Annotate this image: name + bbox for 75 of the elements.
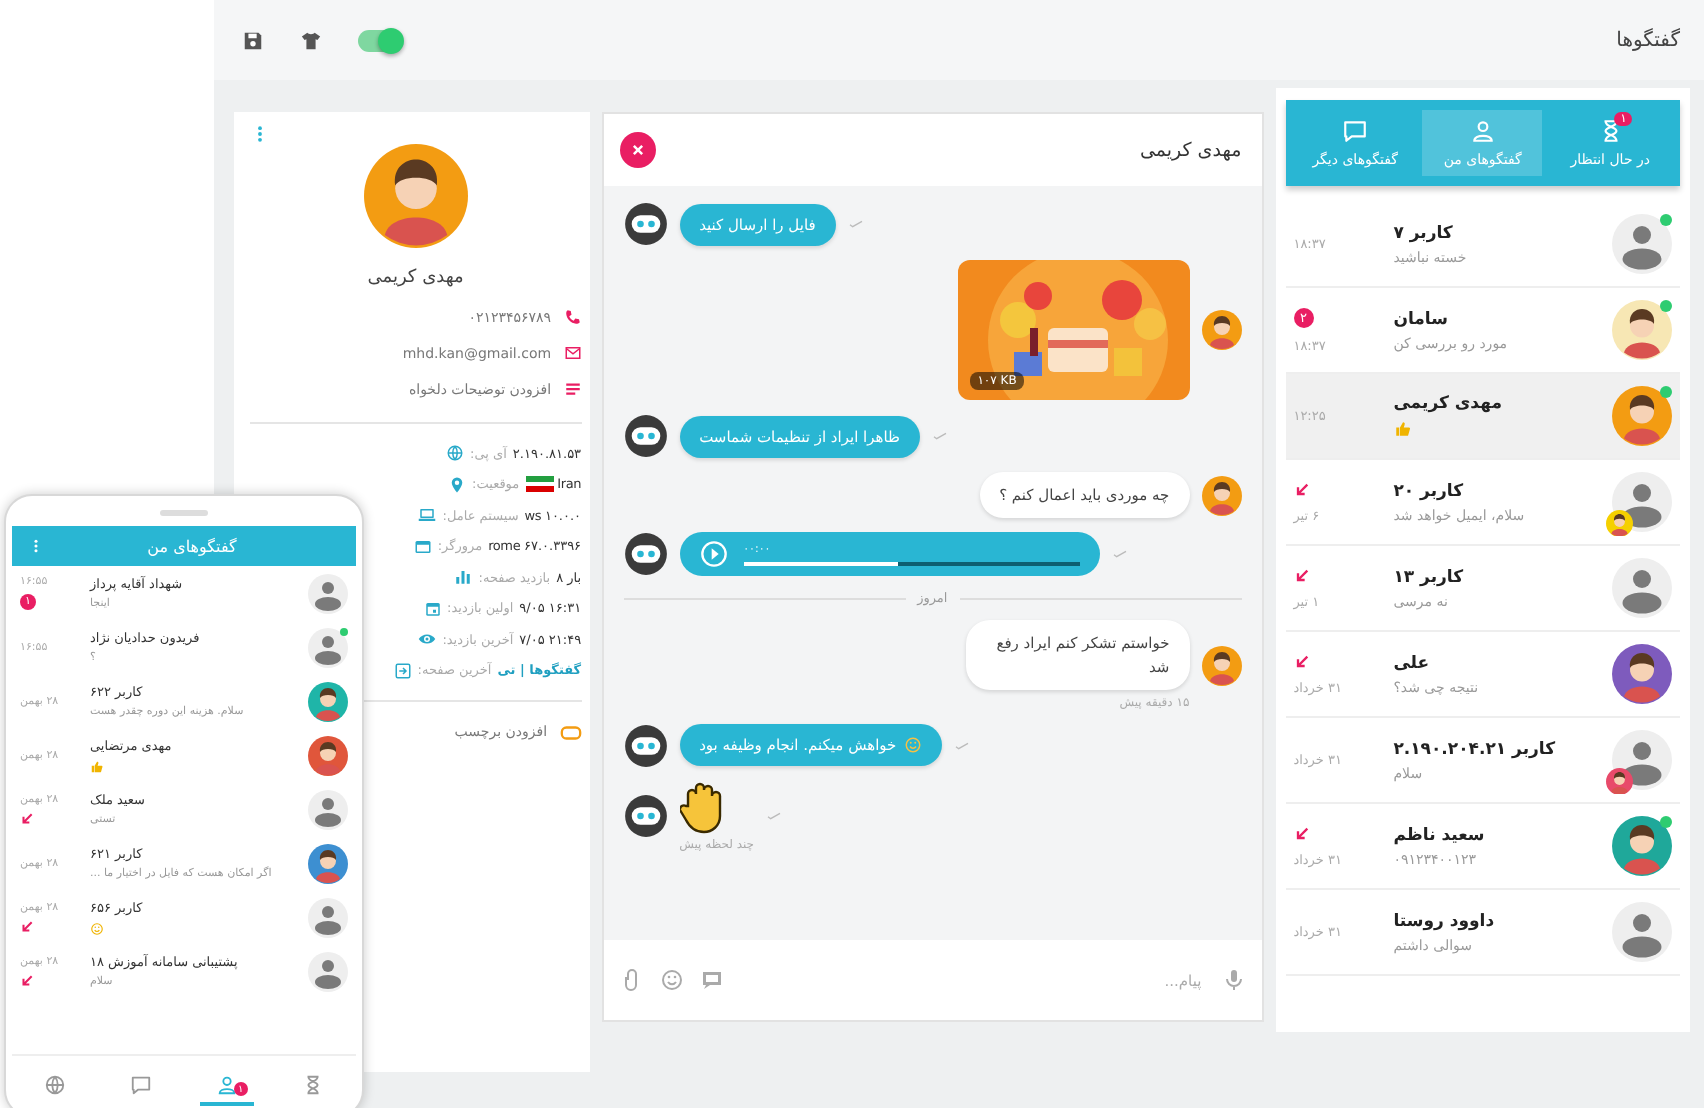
- smiley-icon[interactable]: [659, 968, 684, 992]
- app-title: گفتگوهای من: [147, 537, 237, 555]
- flag-icon: [525, 476, 554, 492]
- avatar: [1612, 902, 1672, 962]
- check-icon: [931, 428, 948, 444]
- lines-icon: [563, 380, 582, 398]
- hourglass-icon: [302, 1073, 324, 1095]
- thumbs-up-icon: [90, 759, 104, 773]
- mic-icon[interactable]: [1221, 968, 1246, 992]
- avatar: [1612, 214, 1672, 274]
- person-icon: [216, 1073, 238, 1095]
- robot-icon: [623, 202, 668, 246]
- contact-name: مهدی کریمی: [1393, 394, 1502, 414]
- toggle-switch[interactable]: [358, 29, 402, 51]
- raised-hand-icon: [679, 781, 724, 834]
- chart-icon: [454, 568, 473, 586]
- save-icon[interactable]: [242, 29, 264, 51]
- avatar: [308, 573, 348, 613]
- robot-icon: [623, 794, 668, 839]
- contact-name: کاربر ۱۳: [1393, 567, 1464, 587]
- robot-icon: [623, 414, 668, 458]
- login-icon: [393, 661, 412, 679]
- avatar: [363, 144, 468, 248]
- phone-speaker: [160, 510, 208, 516]
- contact-name: سامان: [1393, 309, 1448, 329]
- chat-bubble-icon: [130, 1073, 152, 1095]
- thumbs-up-icon: [1393, 420, 1412, 438]
- avatar: [308, 627, 348, 667]
- avatar: [308, 789, 348, 829]
- contact-name: کاربر ۲۰: [1393, 481, 1464, 501]
- avatar: [308, 951, 348, 991]
- avatar: [1612, 386, 1672, 446]
- avatar: [308, 681, 348, 721]
- check-icon: [954, 737, 971, 754]
- close-icon: [627, 140, 648, 160]
- contact-name: کاربر ۲.۱۹۰.۲۰۴.۲۱: [1393, 739, 1556, 759]
- pin-icon: [448, 475, 467, 493]
- calendar-icon: [423, 599, 442, 617]
- shirt-icon[interactable]: [300, 29, 322, 51]
- phone-icon: [563, 308, 582, 326]
- tag-icon[interactable]: [559, 721, 582, 743]
- contact-name: علی: [1393, 653, 1430, 673]
- check-icon: [1111, 546, 1128, 563]
- avatar: [308, 843, 348, 883]
- robot-icon: [623, 532, 668, 577]
- avatar: [1201, 475, 1242, 516]
- avatar: [1612, 644, 1672, 704]
- avatar: [1612, 300, 1672, 360]
- check-icon: [847, 216, 864, 232]
- eye-icon: [418, 630, 437, 648]
- robot-icon: [623, 723, 668, 768]
- close-button[interactable]: [619, 132, 656, 168]
- page-title: گفتگوها: [1616, 29, 1680, 51]
- globe-icon: [44, 1073, 66, 1095]
- avatar: [308, 735, 348, 775]
- avatar: [1201, 310, 1242, 350]
- contact-name: سعید ناظم: [1393, 825, 1485, 845]
- laptop-icon: [418, 506, 437, 524]
- globe-icon: [446, 444, 465, 462]
- avatar: [308, 897, 348, 937]
- contact-name: داوود روستا: [1393, 911, 1495, 931]
- chat-title: مهدی کریمی: [1139, 139, 1242, 161]
- smiley-icon: [90, 921, 104, 935]
- avatar: [1612, 816, 1672, 876]
- check-icon: [766, 808, 783, 825]
- profile-name: مهدی کریمی: [367, 268, 464, 288]
- browser-icon: [413, 537, 432, 555]
- play-icon[interactable]: [699, 540, 728, 569]
- avatar: [1201, 645, 1242, 685]
- person-icon: [1469, 118, 1496, 144]
- message-icon[interactable]: [699, 968, 724, 992]
- contact-name: کاربر ۷: [1393, 223, 1453, 243]
- mail-icon: [563, 344, 582, 362]
- chat-bubble-icon: [1342, 118, 1369, 144]
- avatar: [1612, 558, 1672, 618]
